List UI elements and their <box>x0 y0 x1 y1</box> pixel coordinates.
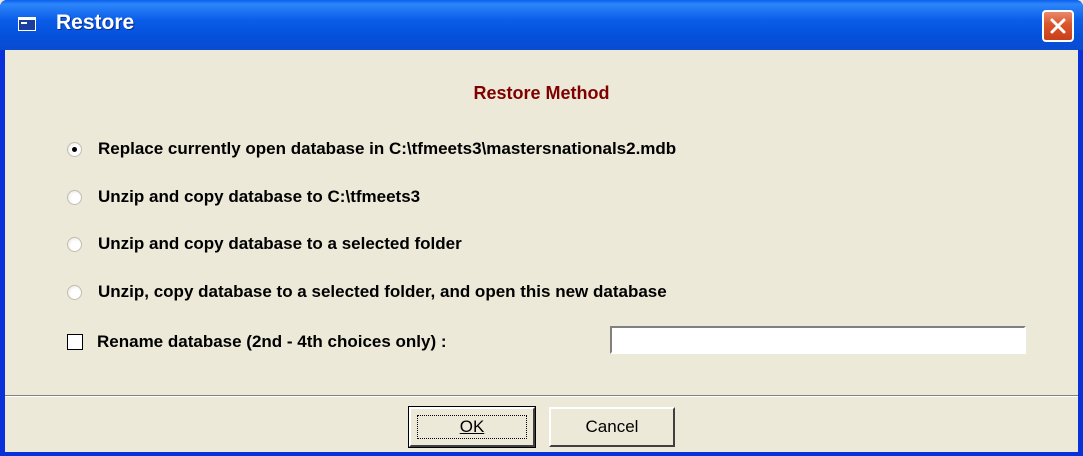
option-label: Unzip and copy database to C:\tfmeets3 <box>98 187 421 206</box>
close-icon <box>1050 18 1066 34</box>
option-label: Replace currently open database in C:\tf… <box>98 139 677 158</box>
option-unzip-copy-selected-folder[interactable]: Unzip and copy database to a selected fo… <box>67 231 462 257</box>
radio-button-selected[interactable] <box>67 141 82 157</box>
option-label: Unzip, copy database to a selected folde… <box>98 282 667 301</box>
window-border-bottom <box>0 452 1083 456</box>
cancel-button-label: Cancel <box>585 417 639 436</box>
ok-button[interactable]: OK <box>408 406 536 448</box>
option-label: Unzip and copy database to a selected fo… <box>98 234 462 253</box>
option-unzip-copy-open[interactable]: Unzip, copy database to a selected folde… <box>67 279 667 305</box>
window-title: Restore <box>56 11 135 34</box>
divider-highlight <box>5 396 1078 397</box>
ok-button-label: OK <box>459 417 485 436</box>
option-unzip-copy-default[interactable]: Unzip and copy database to C:\tfmeets3 <box>67 184 420 210</box>
close-button[interactable] <box>1042 10 1074 42</box>
dialog-body: Restore Method Replace currently open da… <box>5 50 1078 456</box>
title-bar[interactable]: Restore <box>0 0 1083 50</box>
cancel-button[interactable]: Cancel <box>549 407 675 447</box>
option-replace-current[interactable]: Replace currently open database in C:\tf… <box>67 136 676 162</box>
radio-button[interactable] <box>67 236 82 252</box>
radio-button[interactable] <box>67 284 82 300</box>
rename-row: Rename database (2nd - 4th choices only)… <box>67 328 447 356</box>
radio-button[interactable] <box>67 189 82 205</box>
rename-input[interactable] <box>610 326 1026 354</box>
section-title: Restore Method <box>473 83 610 103</box>
restore-dialog: Restore Restore Method Replace currently… <box>0 0 1083 456</box>
rename-checkbox[interactable] <box>67 334 83 350</box>
window-icon <box>18 17 36 31</box>
rename-label: Rename database (2nd - 4th choices only)… <box>97 332 447 351</box>
